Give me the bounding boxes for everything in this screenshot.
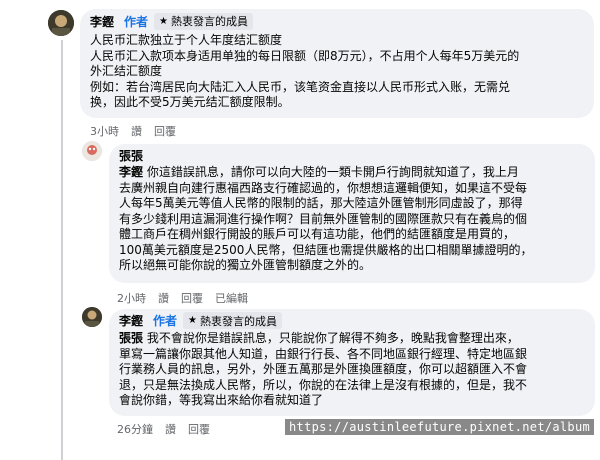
reply-button[interactable]: 回覆 xyxy=(154,123,176,139)
author-name[interactable]: 張張 xyxy=(119,147,143,164)
watermark-url: https://austinleefuture.pixnet.net/album xyxy=(285,419,594,435)
star-icon: ★ xyxy=(159,15,168,27)
comment-line: 人每年5萬美元等值人民幣的限制的話，那大陸這外匯管制形同虛設了，那得 xyxy=(119,196,523,210)
comment-actions: 3小時 讚 回覆 xyxy=(90,123,176,139)
star-icon: ★ xyxy=(188,315,197,326)
comment-line: 有多少錢利用這漏洞進行操作啊？目前無外匯管制的國際匯款只有在義烏的個 xyxy=(119,211,528,226)
author-name[interactable]: 李鏗 xyxy=(119,312,143,329)
mention-link[interactable]: 張張 xyxy=(119,331,143,345)
thread-line xyxy=(61,40,63,460)
comment-bubble: 張張 李鏗 你這錯誤訊息，請你可以向大陸的一類卡開戶行詢問就知道了，我上月 去廣… xyxy=(109,144,595,283)
comment-header: 李鏗 作者 ★ 熱衷發言的成員 xyxy=(90,12,582,30)
comment-header: 張張 xyxy=(119,148,585,163)
comment-body: 李鏗 你這錯誤訊息，請你可以向大陸的一類卡開戶行詢問就知道了，我上月 去廣州親自… xyxy=(119,165,585,274)
comment-line: 行業務人員的訊息，另外，外匯五萬那是外匯換匯額度，你可以超額匯入不會 xyxy=(119,362,528,376)
comment-line: 100萬美元額度是2500人民幣，但結匯也需提供嚴格的出口相關單據證明的， xyxy=(119,242,533,257)
badge-label: 熱衷發言的成員 xyxy=(171,15,248,28)
comment-line: 换，因此不受5万美元结汇额度限制。 xyxy=(90,95,290,109)
edited-label[interactable]: 已編輯 xyxy=(215,290,248,306)
comment-line: 例如：若台湾居民向大陆汇入人民币，该笔资金直接以人民币形式入账，无需兑 xyxy=(90,79,511,94)
comment-time: 26分鐘 xyxy=(117,423,153,436)
comment-bubble: 李鏗 作者 ★ 熱衷發言的成員 人民币汇款独立于个人年度结汇额度 人民币汇入款项… xyxy=(80,9,594,118)
avatar-photo-icon xyxy=(48,10,74,36)
status-badge: ★ 熱衷發言的成員 xyxy=(183,312,282,329)
avatar[interactable] xyxy=(82,141,102,161)
like-button[interactable]: 讚 xyxy=(158,290,169,306)
avatar[interactable] xyxy=(82,307,102,327)
comment-line: 單寫一篇讓你跟其他人知道，由銀行行長、各不同地區銀行經理、特定地區銀 xyxy=(119,346,528,361)
badge-label: 熱衷發言的成員 xyxy=(200,314,277,328)
comment-line: 去廣州親自向建行惠福西路支行確認過的，你想想這邏輯便知，如果這不受每 xyxy=(119,180,528,195)
comment-line: 所以絕無可能你說的獨立外匯管制額度之外的。 xyxy=(119,258,372,272)
comment-line: 李鏗 你這錯誤訊息，請你可以向大陸的一類卡開戶行詢問就知道了，我上月 xyxy=(119,165,519,179)
comment-line: 人民币汇入款项本身适用单独的每日限额（即8万元），不占用个人每年5万美元的 xyxy=(90,48,520,63)
author-role-label: 作者 xyxy=(153,314,178,328)
comment-actions: 2小時 讚 回覆 已編輯 xyxy=(117,290,248,306)
author-name[interactable]: 李鏗 xyxy=(90,13,114,30)
comment-bubble: 李鏗 作者 ★ 熱衷發言的成員 張張 我不會說你是錯誤訊息，只能說你了解得不夠多… xyxy=(109,309,595,416)
comment-time: 3小時 xyxy=(90,125,119,138)
comment-line: 人民币汇款独立于个人年度结汇额度 xyxy=(90,33,283,47)
comment-line: 體工商戶在稠州銀行開設的賬戶可以有這功能，他們的結匯額度是用買的， xyxy=(119,227,516,241)
comment-body: 人民币汇款独立于个人年度结汇额度 人民币汇入款项本身适用单独的每日限额（即8万元… xyxy=(90,33,582,111)
author-role-label: 作者 xyxy=(124,14,149,29)
avatar-photo-icon xyxy=(82,141,102,161)
avatar[interactable] xyxy=(48,10,74,36)
comment-line: 會說你錯，等我寫出來給你看就知道了 xyxy=(119,393,324,407)
avatar-photo-icon xyxy=(82,307,102,327)
comment-line: 退，只是無法換成人民幣，所以，你說的在法律上是沒有根據的，但是，我不 xyxy=(119,377,528,392)
like-button[interactable]: 讚 xyxy=(165,421,176,437)
reply-button[interactable]: 回覆 xyxy=(181,290,203,306)
reply-button[interactable]: 回覆 xyxy=(188,421,210,437)
comment-body: 張張 我不會說你是錯誤訊息，只能說你了解得不夠多，晚點我會整理出來， 單寫一篇讓… xyxy=(119,331,585,409)
comment-actions: 26分鐘 讚 回覆 xyxy=(117,421,210,437)
like-button[interactable]: 讚 xyxy=(131,123,142,139)
comment-header: 李鏗 作者 ★ 熱衷發言的成員 xyxy=(119,312,585,329)
comment-line: 張張 我不會說你是錯誤訊息，只能說你了解得不夠多，晚點我會整理出來， xyxy=(119,331,519,345)
mention-link[interactable]: 李鏗 xyxy=(119,165,143,179)
comment-line: 外汇结汇额度 xyxy=(90,64,163,78)
comment-time: 2小時 xyxy=(117,292,146,305)
status-badge: ★ 熱衷發言的成員 xyxy=(154,12,253,30)
